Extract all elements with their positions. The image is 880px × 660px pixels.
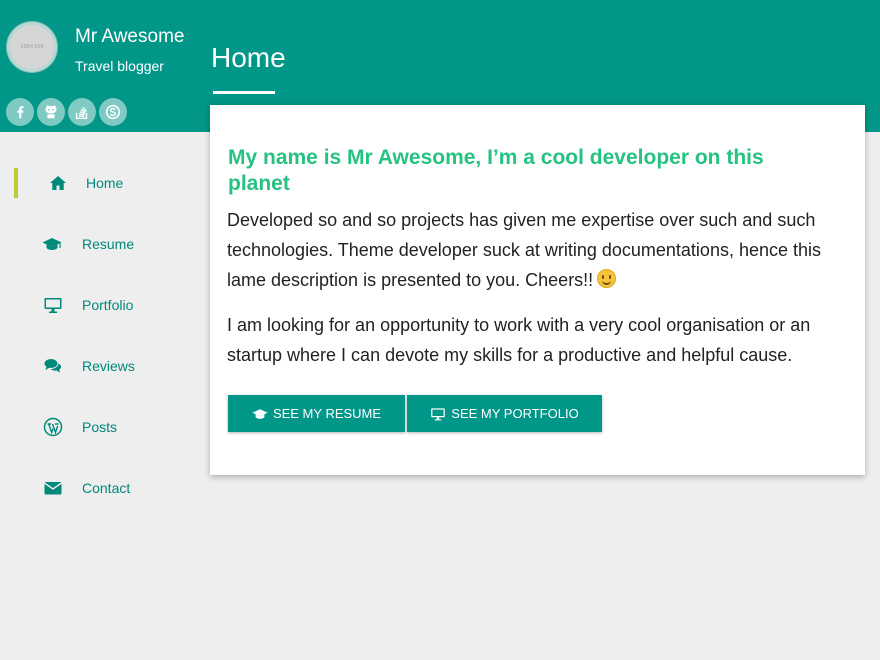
opportunity-paragraph: I am looking for an opportunity to work … (227, 315, 811, 365)
home-icon (47, 173, 69, 193)
sidebar-item-contact[interactable]: Contact (0, 457, 200, 518)
intro-heading: My name is Mr Awesome, I’m a cool develo… (228, 146, 764, 195)
page-title: Home (211, 42, 286, 73)
active-indicator (14, 168, 18, 198)
stackoverflow-icon[interactable] (68, 98, 96, 126)
desktop-icon (431, 407, 446, 420)
see-resume-label: See my resume (272, 406, 382, 421)
sidebar-item-posts[interactable]: Posts (0, 396, 200, 457)
social-links (6, 98, 127, 126)
intro-paragraph-text: Developed so and so projects has given m… (227, 210, 822, 290)
skype-icon[interactable] (99, 98, 127, 126)
sidebar-item-label: Home (86, 174, 124, 191)
sidebar-item-reviews[interactable]: Reviews (0, 335, 200, 396)
sidebar-item-home[interactable]: Home (0, 152, 200, 213)
sidebar-item-label: Posts (82, 418, 118, 435)
intro-paragraph: Developed so and so projects has given m… (227, 205, 852, 295)
see-portfolio-button[interactable]: See my portfolio (407, 395, 602, 432)
sidebar-item-resume[interactable]: Resume (0, 213, 200, 274)
user-name: Mr Awesome (75, 26, 185, 47)
user-role: Travel blogger (75, 58, 164, 74)
see-portfolio-label: See my portfolio (451, 406, 579, 421)
sidebar-item-label: Contact (82, 479, 131, 496)
facebook-icon[interactable] (6, 98, 34, 126)
sidebar-item-label: Reviews (82, 357, 135, 374)
wordpress-icon (42, 417, 64, 437)
page-title-underline (213, 91, 275, 94)
avatar[interactable]: 100×100 (7, 22, 57, 72)
github-icon[interactable] (37, 98, 65, 126)
see-resume-button[interactable]: See my resume (228, 395, 405, 432)
graduation-cap-icon (41, 234, 63, 254)
sidebar-item-portfolio[interactable]: Portfolio (0, 274, 200, 335)
sidebar-item-label: Portfolio (82, 296, 134, 313)
comments-icon (42, 356, 64, 376)
envelope-icon (42, 478, 64, 498)
desktop-icon (42, 295, 64, 315)
sidebar-item-label: Resume (82, 235, 135, 252)
intro-card: My name is Mr Awesome, I’m a cool develo… (210, 105, 865, 475)
smiley-icon (597, 269, 617, 288)
graduation-cap-icon (252, 408, 268, 419)
sidebar-nav: Home Resume Portfolio Reviews Posts Cont… (0, 152, 200, 518)
